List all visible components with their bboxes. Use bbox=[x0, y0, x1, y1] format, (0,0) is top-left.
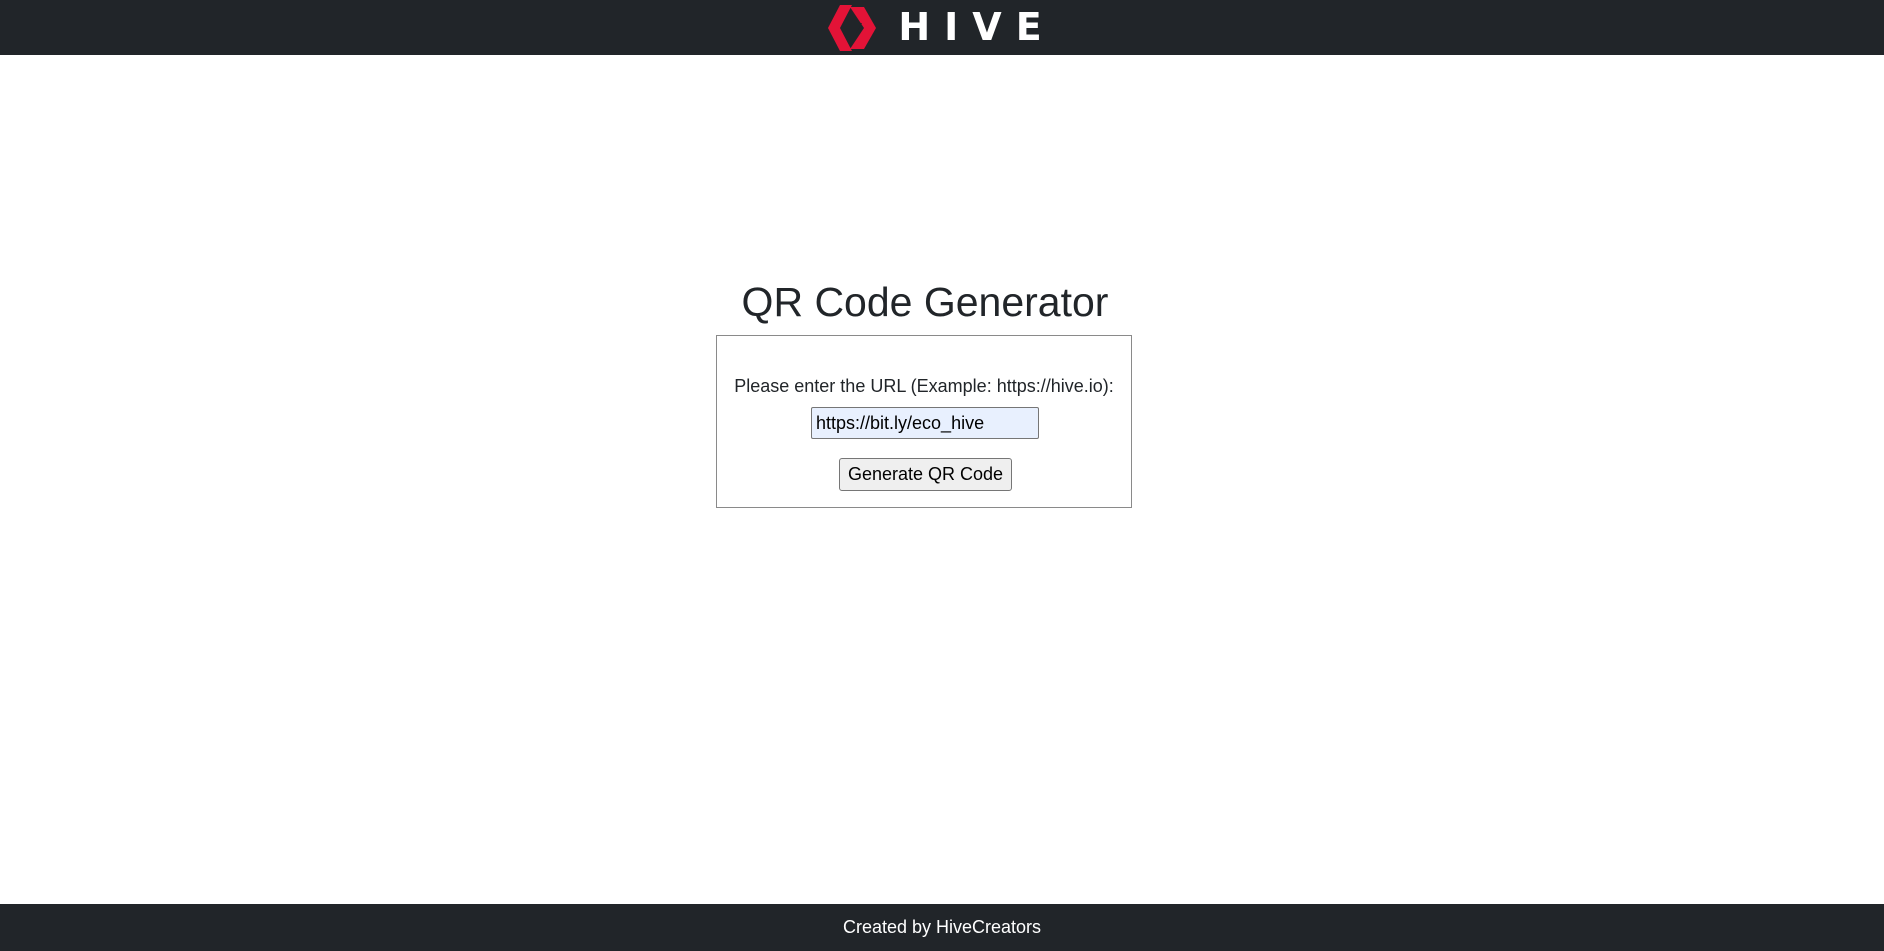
hive-wordmark: HIVE bbox=[898, 5, 1056, 49]
hive-logo[interactable]: HIVE bbox=[828, 0, 1055, 55]
generate-qr-code-button[interactable]: Generate QR Code bbox=[839, 458, 1012, 491]
url-label: Please enter the URL (Example: https://h… bbox=[734, 376, 1114, 396]
top-navbar: HIVE bbox=[0, 0, 1884, 55]
hive-logo-icon bbox=[828, 4, 877, 51]
qr-form: Please enter the URL (Example: https://h… bbox=[716, 335, 1132, 508]
main-content: QR Code Generator Please enter the URL (… bbox=[0, 55, 1884, 904]
footer: Created by HiveCreators bbox=[0, 904, 1884, 951]
footer-credit: Created by HiveCreators bbox=[842, 917, 1042, 937]
url-input[interactable] bbox=[811, 407, 1039, 439]
page-title: QR Code Generator bbox=[741, 279, 1109, 325]
